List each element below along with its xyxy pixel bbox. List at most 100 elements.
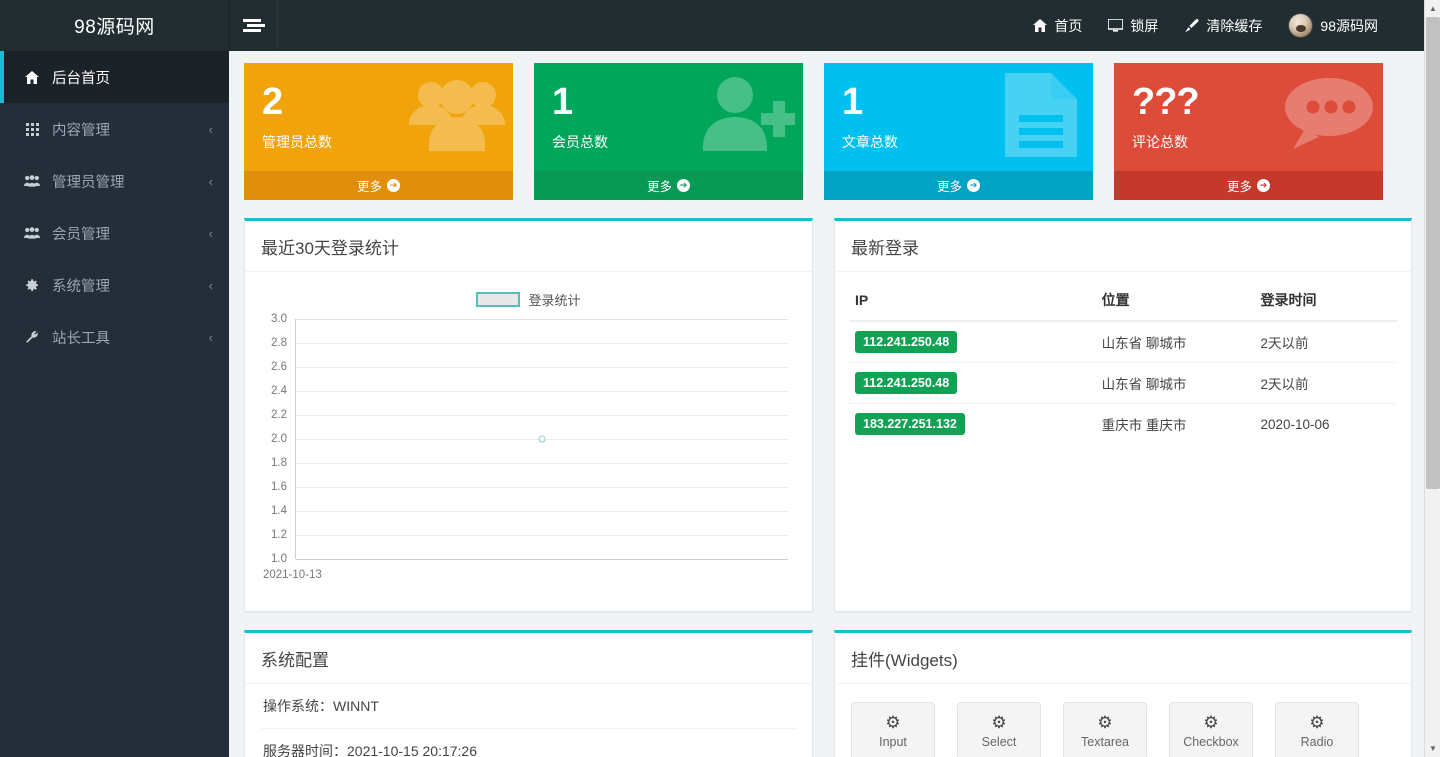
ip-badge: 112.241.250.48 [855,331,957,353]
widget-select[interactable]: ⚙ Select [957,702,1041,757]
chart-legend[interactable]: 登录统计 [259,282,798,309]
topbar-item-home[interactable]: 首页 [1033,16,1082,36]
main-content: 2 管理员总数 更多 ➔ 1 会员总数 更多 ➔ [229,51,1440,757]
chart-plot: 3.0 2.8 2.6 2.4 2.2 2.0 1.8 1.6 1.4 1.2 [259,319,798,581]
login-stats-panel: 最近30天登录统计 登录统计 3.0 2.8 2.6 2.4 [244,218,813,612]
gridline [296,511,788,512]
gear-icon: ⚙ [1309,714,1324,731]
y-tick: 1.6 [271,481,287,493]
brand-title[interactable]: 98源码网 [0,0,229,51]
chevron-left-icon: ‹ [209,330,213,345]
sidebar-item-content[interactable]: 内容管理 ‹ [0,103,229,155]
panel-title: 系统配置 [245,633,812,684]
chart-plot-area [295,319,788,559]
sidebar-item-webmaster-tools[interactable]: 站长工具 ‹ [0,311,229,363]
stat-card-members[interactable]: 1 会员总数 更多 ➔ [534,63,803,200]
chevron-left-icon: ‹ [209,278,213,293]
gridline [296,559,788,560]
widget-textarea[interactable]: ⚙ Textarea [1063,702,1147,757]
y-tick: 1.2 [271,529,287,541]
topbar-item-clear-cache[interactable]: 清除缓存 [1184,16,1262,36]
scroll-up-arrow-icon[interactable]: ▲ [1425,0,1440,17]
ip-badge: 183.227.251.132 [855,413,965,435]
scroll-down-arrow-icon[interactable]: ▼ [1425,740,1440,757]
y-tick: 2.0 [271,433,287,445]
sidebar-item-members[interactable]: 会员管理 ‹ [0,207,229,259]
y-tick: 3.0 [271,313,287,325]
widget-input[interactable]: ⚙ Input [851,702,935,757]
table-row: 112.241.250.48 山东省 聊城市 2天以前 [849,321,1397,363]
stat-card-body: 1 会员总数 [534,63,803,171]
table-head: IP 位置 登录时间 [849,282,1397,321]
latest-logins-panel: 最新登录 IP 位置 登录时间 112.241.250.48 [834,218,1412,612]
dashboard-page: 98源码网 后台首页 内容管理 ‹ 管理员管理 ‹ [0,0,1440,757]
cell-location: 重庆市 重庆市 [1096,404,1255,445]
column-header-time: 登录时间 [1255,282,1398,321]
topbar-item-lockscreen[interactable]: 锁屏 [1108,16,1158,36]
system-config-panel: 系统配置 操作系统：WINNT 服务器时间：2021-10-15 20:17:2… [244,630,813,757]
y-tick: 2.2 [271,409,287,421]
users-icon [22,175,42,187]
stat-card-more-link[interactable]: 更多 ➔ [1114,171,1383,200]
gridline [296,463,788,464]
arrow-right-icon: ➔ [1257,179,1270,192]
legend-label: 登录统计 [528,290,580,309]
stat-card-comments[interactable]: ??? 评论总数 更多 ➔ [1114,63,1383,200]
stat-card-admins[interactable]: 2 管理员总数 更多 ➔ [244,63,513,200]
gear-icon: ⚙ [1097,714,1112,731]
chevron-left-icon: ‹ [209,122,213,137]
topbar-item-label: 清除缓存 [1206,16,1262,36]
login-chart: 登录统计 3.0 2.8 2.6 2.4 2.2 2.0 1.8 [259,282,798,597]
y-tick: 2.8 [271,337,287,349]
wrench-icon [22,330,42,344]
sidebar-item-system[interactable]: 系统管理 ‹ [0,259,229,311]
sidebar-toggle-button[interactable] [230,0,278,51]
stat-card-value: 2 [244,63,513,121]
topbar-username: 98源码网 [1320,16,1378,36]
widget-checkbox[interactable]: ⚙ Checkbox [1169,702,1253,757]
topbar-nav: 首页 锁屏 清除缓存 98源码网 [1033,13,1440,38]
gridline [296,415,788,416]
home-icon [1033,19,1047,32]
stat-card-body: 1 文章总数 [824,63,1093,171]
widget-label: Input [879,735,907,749]
x-tick: 2021-10-13 [263,569,322,581]
widget-label: Select [982,735,1017,749]
widget-radio[interactable]: ⚙ Radio [1275,702,1359,757]
sidebar-item-label: 站长工具 [52,327,110,348]
sidebar-nav: 后台首页 内容管理 ‹ 管理员管理 ‹ 会员管理 [0,51,229,363]
widgets-panel: 挂件(Widgets) ⚙ Input ⚙ Select ⚙ [834,630,1412,757]
cell-ip: 112.241.250.48 [849,363,1096,404]
y-tick: 1.4 [271,505,287,517]
gridline [296,487,788,488]
sidebar-item-dashboard[interactable]: 后台首页 [0,51,229,103]
topbar-user-menu[interactable]: 98源码网 [1288,13,1378,38]
scrollbar-thumb[interactable] [1426,17,1440,489]
stat-card-body: 2 管理员总数 [244,63,513,171]
table-body: 112.241.250.48 山东省 聊城市 2天以前 112.241.250.… [849,321,1397,444]
page-scrollbar[interactable]: ▲ ▼ [1424,0,1440,757]
topbar: 首页 锁屏 清除缓存 98源码网 [229,0,1440,51]
stat-card-more-link[interactable]: 更多 ➔ [244,171,513,200]
gridline [296,367,788,368]
sidebar-item-admins[interactable]: 管理员管理 ‹ [0,155,229,207]
monitor-icon [1108,19,1123,32]
cell-ip: 183.227.251.132 [849,404,1096,445]
stat-card-articles[interactable]: 1 文章总数 更多 ➔ [824,63,1093,200]
cell-time: 2天以前 [1255,321,1398,363]
chart-data-point[interactable] [539,436,546,443]
sidebar: 98源码网 后台首页 内容管理 ‹ 管理员管理 ‹ [0,0,229,757]
gear-icon: ⚙ [1203,714,1218,731]
table-header-row: IP 位置 登录时间 [849,282,1397,321]
stat-card-body: ??? 评论总数 [1114,63,1383,171]
avatar [1288,13,1313,38]
arrow-right-icon: ➔ [387,179,400,192]
table-row: 112.241.250.48 山东省 聊城市 2天以前 [849,363,1397,404]
cell-time: 2天以前 [1255,363,1398,404]
sidebar-item-label: 内容管理 [52,119,110,140]
stat-card-more-link[interactable]: 更多 ➔ [824,171,1093,200]
stat-card-more-link[interactable]: 更多 ➔ [534,171,803,200]
stat-card-value: ??? [1114,63,1383,121]
row-config-and-widgets: 系统配置 操作系统：WINNT 服务器时间：2021-10-15 20:17:2… [244,630,1426,757]
column-header-ip: IP [849,282,1096,321]
